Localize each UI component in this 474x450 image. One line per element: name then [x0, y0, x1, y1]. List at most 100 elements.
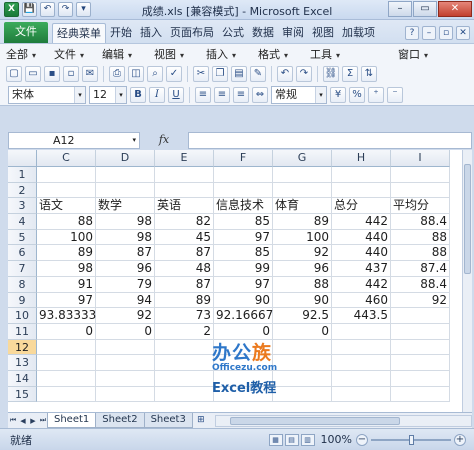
- grid-cell[interactable]: 总分: [332, 198, 391, 215]
- grid-cell[interactable]: 100: [273, 229, 332, 246]
- help-icon[interactable]: ?: [405, 26, 419, 40]
- grid-cell[interactable]: [155, 370, 214, 387]
- menu-edit[interactable]: 编辑 ▾: [102, 46, 154, 62]
- sheet-tab-sheet1[interactable]: Sheet1: [47, 413, 97, 428]
- zoom-slider-handle[interactable]: [409, 434, 414, 445]
- align-right-icon[interactable]: ≡: [233, 86, 249, 103]
- grid-cell[interactable]: [37, 182, 96, 199]
- grid-cell[interactable]: [96, 167, 155, 183]
- grid-cell[interactable]: 体育: [273, 198, 332, 215]
- normal-view-icon[interactable]: ▦: [268, 433, 283, 446]
- ribbon-minimize-icon[interactable]: –: [422, 26, 436, 40]
- grid-cell[interactable]: 89: [155, 292, 214, 309]
- grid-cell[interactable]: [332, 167, 391, 183]
- row-header[interactable]: 6: [8, 245, 37, 262]
- grid-cell[interactable]: 数学: [96, 198, 155, 215]
- tab-insert[interactable]: 插入: [136, 23, 166, 43]
- vertical-scroll-thumb[interactable]: [464, 164, 471, 274]
- menu-format[interactable]: 格式 ▾: [258, 46, 310, 62]
- column-header[interactable]: I: [391, 150, 450, 167]
- row-header[interactable]: 5: [8, 229, 37, 246]
- save-icon[interactable]: ▪: [44, 65, 60, 82]
- grid-cell[interactable]: 460: [332, 292, 391, 309]
- grid-cell[interactable]: 88.4: [391, 214, 450, 230]
- grid-cell[interactable]: [332, 386, 391, 403]
- paste-icon[interactable]: ▤: [231, 65, 247, 82]
- email-icon[interactable]: ✉: [82, 65, 98, 82]
- grid-cell[interactable]: 92: [96, 308, 155, 324]
- grid-cell[interactable]: 90: [273, 292, 332, 309]
- grid-cell[interactable]: 442: [332, 276, 391, 293]
- row-header[interactable]: 8: [8, 276, 37, 293]
- tab-page-layout[interactable]: 页面布局: [166, 23, 218, 43]
- font-name-select[interactable]: 宋体 ▾: [8, 85, 86, 104]
- sheet-tab-sheet2[interactable]: Sheet2: [95, 413, 145, 428]
- menu-window[interactable]: 窗口 ▾: [398, 46, 446, 62]
- menu-insert[interactable]: 插入 ▾: [206, 46, 258, 62]
- row-header[interactable]: 4: [8, 214, 37, 230]
- format-painter-icon[interactable]: ✎: [250, 65, 266, 82]
- research-icon[interactable]: ⌕: [147, 65, 163, 82]
- grid-cell[interactable]: [391, 323, 450, 340]
- tab-view[interactable]: 视图: [308, 23, 338, 43]
- menu-tools[interactable]: 工具 ▾: [310, 46, 398, 62]
- grid-cell[interactable]: [37, 339, 96, 356]
- grid-cell[interactable]: 2: [155, 323, 214, 340]
- bold-button[interactable]: B: [130, 86, 146, 103]
- grid-cell[interactable]: [332, 370, 391, 387]
- grid-cell[interactable]: [37, 355, 96, 371]
- sort-icon[interactable]: ⇅: [361, 65, 377, 82]
- grid-cell[interactable]: 442: [332, 214, 391, 230]
- ribbon-restore-icon[interactable]: ▫: [439, 26, 453, 40]
- column-header[interactable]: D: [96, 150, 155, 167]
- sheet-tab-sheet3[interactable]: Sheet3: [143, 413, 193, 428]
- grid-cell[interactable]: [155, 182, 214, 199]
- horizontal-scroll-thumb[interactable]: [229, 416, 400, 425]
- italic-button[interactable]: I: [149, 86, 165, 103]
- grid-cell[interactable]: [391, 339, 450, 356]
- column-header[interactable]: H: [332, 150, 391, 167]
- row-header[interactable]: 11: [8, 323, 37, 340]
- grid-cell[interactable]: 96: [273, 261, 332, 277]
- grid-cell[interactable]: 73: [155, 308, 214, 324]
- grid-cell[interactable]: [155, 355, 214, 371]
- minimize-button[interactable]: –: [388, 1, 412, 17]
- grid-cell[interactable]: 97: [37, 292, 96, 309]
- increase-decimal-icon[interactable]: ⁺: [368, 86, 384, 103]
- grid-cell[interactable]: 437: [332, 261, 391, 277]
- grid-cell[interactable]: 87: [155, 276, 214, 293]
- permission-icon[interactable]: ▫: [63, 65, 79, 82]
- grid-cell[interactable]: 99: [214, 261, 273, 277]
- grid-cell[interactable]: [96, 182, 155, 199]
- grid-cell[interactable]: [391, 355, 450, 371]
- grid-cell[interactable]: 87: [96, 245, 155, 262]
- row-header[interactable]: 14: [8, 370, 37, 387]
- spelling-icon[interactable]: ✓: [166, 65, 182, 82]
- insert-function-icon[interactable]: fx: [140, 132, 188, 149]
- grid-cell[interactable]: [391, 386, 450, 403]
- grid-cell[interactable]: 89: [273, 214, 332, 230]
- underline-button[interactable]: U: [168, 86, 184, 103]
- undo-icon[interactable]: ↶: [277, 65, 293, 82]
- row-header[interactable]: 3: [8, 198, 37, 215]
- grid-cell[interactable]: 88: [273, 276, 332, 293]
- grid-cell[interactable]: [37, 167, 96, 183]
- grid-cell[interactable]: 97: [214, 276, 273, 293]
- ribbon-close-icon[interactable]: ✕: [456, 26, 470, 40]
- merge-center-icon[interactable]: ⇔: [252, 86, 268, 103]
- grid-cell[interactable]: 88.4: [391, 276, 450, 293]
- row-header[interactable]: 13: [8, 355, 37, 371]
- grid-cell[interactable]: 85: [214, 245, 273, 262]
- grid-cell[interactable]: 82: [155, 214, 214, 230]
- grid-cell[interactable]: [391, 308, 450, 324]
- currency-icon[interactable]: ¥: [330, 86, 346, 103]
- select-all-corner[interactable]: [8, 150, 37, 167]
- tab-home[interactable]: 开始: [106, 23, 136, 43]
- grid-cell[interactable]: 93.83333: [37, 308, 96, 324]
- grid-cell[interactable]: 440: [332, 229, 391, 246]
- insert-sheet-icon[interactable]: ⊞: [193, 414, 209, 428]
- grid-cell[interactable]: [96, 355, 155, 371]
- grid-cell[interactable]: 0: [37, 323, 96, 340]
- grid-cell[interactable]: 88: [391, 245, 450, 262]
- grid-cell[interactable]: 98: [37, 261, 96, 277]
